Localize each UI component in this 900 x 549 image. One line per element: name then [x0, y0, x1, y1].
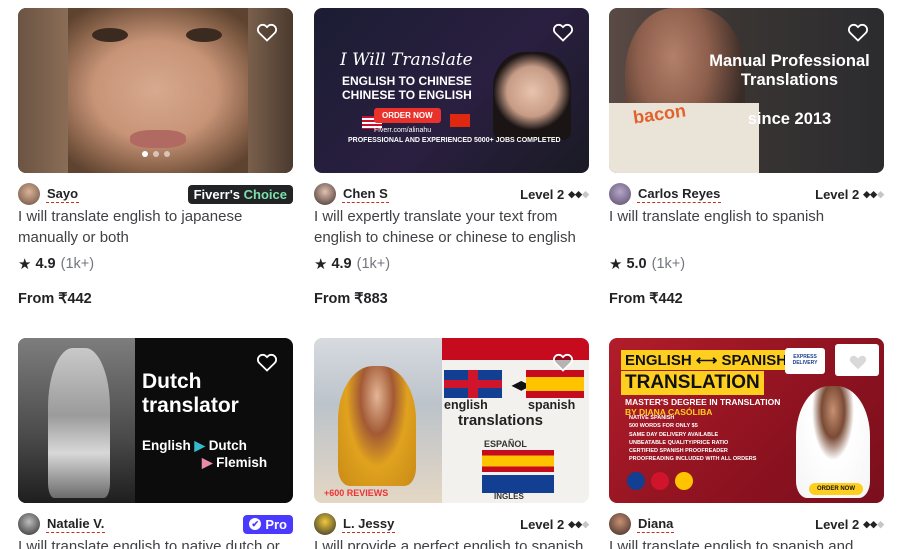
seller-level: Level 2 ◆◆◆ [815, 186, 884, 202]
heart-icon[interactable] [551, 350, 575, 374]
rating: ★ 4.9 (1k+) [18, 256, 95, 273]
star-icon: ★ [609, 256, 623, 273]
gig-thumbnail[interactable] [18, 8, 293, 173]
usa-flag-icon [627, 472, 645, 490]
heart-icon[interactable] [846, 20, 870, 44]
gig-thumbnail[interactable]: ENGLISH ⟷ SPANISH TRANSLATION MASTER'S D… [609, 338, 884, 503]
avatar[interactable] [609, 513, 631, 535]
spain-flag-icon [482, 450, 554, 472]
seller-name[interactable]: Natalie V. [46, 515, 106, 533]
gig-thumbnail[interactable]: I Will Translate ENGLISH TO CHINESE CHIN… [314, 8, 589, 173]
heart-icon[interactable] [551, 20, 575, 44]
gig-title[interactable]: I will provide a perfect english to span… [314, 536, 589, 549]
spain-flag-icon [526, 370, 584, 398]
gig-price[interactable]: From ₹442 [609, 291, 683, 307]
carousel-dot[interactable] [163, 151, 170, 157]
fiverrs-choice-badge: Fiverr's Choice [187, 184, 293, 204]
uk-flag-icon [444, 370, 502, 398]
gig-title[interactable]: I will expertly translate your text from… [314, 206, 589, 248]
gig-card[interactable]: Dutch translator English ▶ Dutch ▶ Flemi… [18, 338, 293, 549]
gig-title[interactable]: I will translate english to spanish and [609, 536, 884, 549]
diamond-icon: ◆◆◆ [568, 518, 589, 529]
avatar[interactable] [314, 183, 336, 205]
gig-price[interactable]: From ₹442 [18, 291, 92, 307]
gig-thumbnail[interactable]: Dutch translator English ▶ Dutch ▶ Flemi… [18, 338, 293, 503]
star-icon: ★ [18, 256, 32, 273]
heart-icon[interactable] [846, 350, 870, 374]
gig-thumbnail[interactable]: +600 REVIEWS ◀▶ english spanish translat… [314, 338, 589, 503]
heart-icon[interactable] [255, 350, 279, 374]
seller-level: Level 2 ◆◆◆ [520, 186, 589, 202]
gig-card[interactable]: I Will Translate ENGLISH TO CHINESE CHIN… [314, 8, 589, 307]
gig-title[interactable]: I will translate english to spanish [609, 206, 884, 227]
gig-title[interactable]: I will translate english to native dutch… [18, 536, 293, 549]
gig-thumbnail[interactable]: bacon Manual Professional Translations s… [609, 8, 884, 173]
diamond-icon: ◆◆◆ [863, 188, 884, 199]
heart-icon[interactable] [255, 20, 279, 44]
seller-name[interactable]: Chen S [342, 185, 389, 203]
rating: ★ 4.9 (1k+) [314, 256, 391, 273]
seller-name[interactable]: L. Jessy [342, 515, 396, 533]
gig-title[interactable]: I will translate english to japanese man… [18, 206, 293, 248]
diamond-icon: ◆◆◆ [568, 188, 589, 199]
avatar[interactable] [609, 183, 631, 205]
uk-flag-icon [651, 472, 669, 490]
seller-level: Level 2 ◆◆◆ [520, 516, 589, 532]
carousel-dot[interactable] [152, 151, 159, 157]
seller-name[interactable]: Carlos Reyes [637, 185, 722, 203]
seller-name[interactable]: Sayo [46, 185, 80, 203]
avatar[interactable] [314, 513, 336, 535]
gig-card[interactable]: ENGLISH ⟷ SPANISH TRANSLATION MASTER'S D… [609, 338, 884, 549]
gig-card[interactable]: +600 REVIEWS ◀▶ english spanish translat… [314, 338, 589, 549]
avatar[interactable] [18, 513, 40, 535]
gig-card[interactable]: bacon Manual Professional Translations s… [609, 8, 884, 307]
avatar[interactable] [18, 183, 40, 205]
seller-name[interactable]: Diana [637, 515, 675, 533]
rating: ★ 5.0 (1k+) [609, 256, 686, 273]
gig-card[interactable]: Sayo Fiverr's Choice I will translate en… [18, 8, 293, 307]
carousel-dot[interactable] [141, 151, 148, 157]
china-flag-icon [450, 114, 470, 127]
spain-flag-icon [675, 472, 693, 490]
carousel-dots[interactable] [141, 151, 170, 157]
gig-price[interactable]: From ₹883 [314, 291, 388, 307]
uk-flag-icon [482, 475, 554, 493]
check-icon: ✔ [249, 518, 262, 530]
star-icon: ★ [314, 256, 328, 273]
pro-badge: ✔ Pro [243, 514, 293, 534]
seller-level: Level 2 ◆◆◆ [815, 516, 884, 532]
diamond-icon: ◆◆◆ [863, 518, 884, 529]
